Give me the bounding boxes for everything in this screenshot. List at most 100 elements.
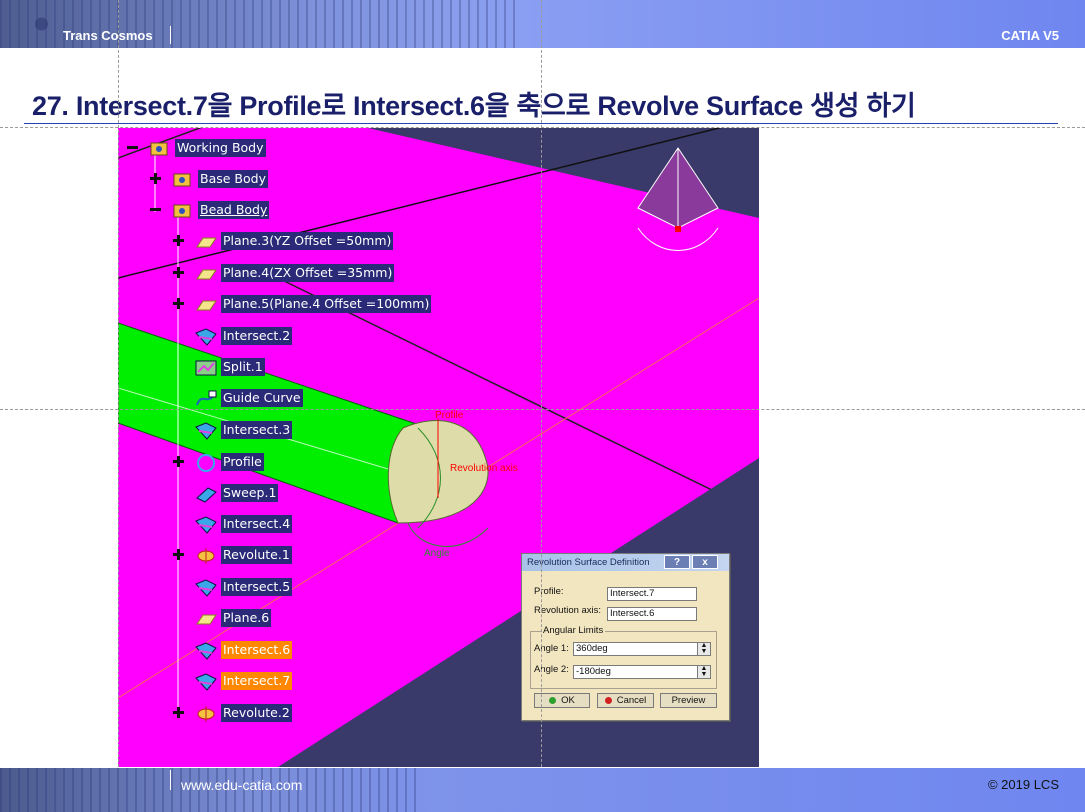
tree-item-label: Intersect.7 — [221, 672, 293, 690]
intersect-icon — [194, 640, 218, 660]
ok-icon — [549, 697, 557, 704]
tree-item-label: Revolute.2 — [221, 704, 292, 722]
angle-annotation: Angle — [424, 548, 450, 559]
expand-icon[interactable] — [173, 549, 184, 560]
brand-label: Trans Cosmos — [63, 28, 153, 43]
tree-item-label: Split.1 — [221, 358, 265, 376]
angular-limits-title: Angular Limits — [541, 625, 606, 636]
tree-item[interactable]: Intersect.5 — [194, 577, 293, 597]
axis-field[interactable]: Intersect.6 — [607, 607, 697, 621]
angle2-spinner[interactable]: ▲ ▼ — [697, 665, 711, 679]
tree-item-label: Intersect.2 — [221, 327, 293, 345]
axis-annotation: Revolution axis — [450, 463, 518, 474]
tree-item[interactable]: Intersect.3 — [194, 421, 293, 440]
expand-icon[interactable] — [173, 707, 184, 718]
tree-item[interactable]: Profile — [194, 453, 264, 472]
angle1-field[interactable]: 360deg — [573, 642, 698, 656]
expand-icon[interactable] — [173, 298, 184, 309]
tree-item[interactable]: Guide Curve — [194, 389, 303, 407]
tree-item[interactable]: Intersect.2 — [194, 326, 293, 346]
plane-icon — [194, 263, 218, 283]
tree-item[interactable]: Plane.5(Plane.4 Offset =100mm) — [194, 294, 432, 314]
split-icon — [194, 357, 218, 377]
tree-item-label: Plane.5(Plane.4 Offset =100mm) — [221, 295, 432, 313]
tree-item-label: Plane.3(YZ Offset =50mm) — [221, 232, 394, 250]
cancel-label: Cancel — [616, 695, 647, 706]
tree-item-label: Profile — [221, 453, 264, 471]
footer-divider — [170, 770, 171, 790]
cancel-icon — [604, 697, 612, 704]
tree-item-label: Revolute.1 — [221, 546, 292, 564]
profile-annotation: Profile — [435, 410, 464, 421]
tree-item[interactable]: Intersect.7 — [194, 671, 293, 691]
axis-label: Revolution axis: — [534, 605, 602, 616]
page-title: 27. Intersect.7을 Profile로 Intersect.6을 축… — [32, 91, 916, 121]
tree-item-label: Intersect.4 — [221, 515, 293, 533]
cancel-button[interactable]: Cancel — [597, 693, 654, 708]
curve-icon — [194, 388, 218, 408]
close-button[interactable]: x — [692, 555, 718, 569]
guide-line — [118, 0, 119, 812]
dialog-title: Revolution Surface Definition — [527, 557, 650, 568]
revolution-surface-dialog[interactable]: Revolution Surface Definition ? x Profil… — [521, 553, 730, 721]
expand-icon[interactable] — [173, 235, 184, 246]
body-icon — [148, 138, 172, 158]
guide-line — [541, 0, 542, 812]
tree-item[interactable]: Plane.4(ZX Offset =35mm) — [194, 263, 395, 283]
angle1-spinner[interactable]: ▲ ▼ — [697, 642, 711, 656]
plane-icon — [194, 608, 218, 628]
tree-item[interactable]: Bead Body — [171, 200, 270, 220]
intersect-icon — [194, 671, 218, 691]
tree-item[interactable]: Split.1 — [194, 358, 265, 376]
expand-icon[interactable] — [173, 267, 184, 278]
angle2-label: Angle 2: — [534, 664, 569, 675]
tree-item-label: Sweep.1 — [221, 484, 279, 502]
tree-item-label: Plane.4(ZX Offset =35mm) — [221, 264, 395, 282]
header-bar — [0, 0, 1085, 48]
collapse-icon[interactable] — [150, 204, 161, 215]
angle2-field[interactable]: -180deg — [573, 665, 698, 679]
help-button[interactable]: ? — [664, 555, 690, 569]
tree-item[interactable]: Plane.6 — [194, 608, 272, 628]
tree-item-label: Working Body — [175, 139, 266, 157]
tree-item[interactable]: Base Body — [171, 170, 268, 188]
revolute-icon — [194, 545, 218, 565]
ok-button[interactable]: OK — [534, 693, 590, 708]
tree-item-label: Intersect.6 — [221, 641, 293, 659]
header-divider — [170, 26, 171, 44]
footer-copyright: © 2019 LCS — [987, 777, 1059, 792]
tree-item[interactable]: Intersect.4 — [194, 514, 293, 534]
collapse-icon[interactable] — [127, 142, 138, 153]
profile-label: Profile: — [534, 586, 564, 597]
tree-item-label: Base Body — [198, 170, 268, 188]
footer-site[interactable]: www.edu-catia.com — [181, 777, 302, 793]
expand-icon[interactable] — [150, 173, 161, 184]
tree-item[interactable]: Revolute.2 — [194, 704, 292, 722]
guide-line — [0, 409, 1085, 410]
angular-limits-group — [530, 631, 717, 689]
profile-field[interactable]: Intersect.7 — [607, 587, 697, 601]
tree-item-label: Bead Body — [198, 201, 270, 219]
body-icon — [171, 200, 195, 220]
dialog-titlebar[interactable]: Revolution Surface Definition ? x — [522, 554, 729, 571]
intersect-icon — [194, 577, 218, 597]
footer-bar — [0, 768, 1085, 812]
body-icon — [171, 169, 195, 189]
tree-item[interactable]: Plane.3(YZ Offset =50mm) — [194, 231, 394, 251]
tree-item-label: Intersect.3 — [221, 421, 293, 439]
guide-line — [0, 127, 1085, 128]
intersect-icon — [194, 514, 218, 534]
intersect-icon — [194, 326, 218, 346]
plane-icon — [194, 294, 218, 314]
tree-item-label: Guide Curve — [221, 389, 303, 407]
sweep-icon — [194, 483, 218, 503]
preview-button[interactable]: Preview — [660, 693, 717, 708]
angle1-label: Angle 1: — [534, 643, 569, 654]
tree-item[interactable]: Intersect.6 — [194, 640, 293, 660]
revolute-icon — [194, 703, 218, 723]
tree-item[interactable]: Sweep.1 — [194, 483, 279, 503]
expand-icon[interactable] — [173, 456, 184, 467]
tree-item[interactable]: Revolute.1 — [194, 546, 292, 564]
tree-item[interactable]: Working Body — [148, 139, 266, 157]
plane-icon — [194, 231, 218, 251]
